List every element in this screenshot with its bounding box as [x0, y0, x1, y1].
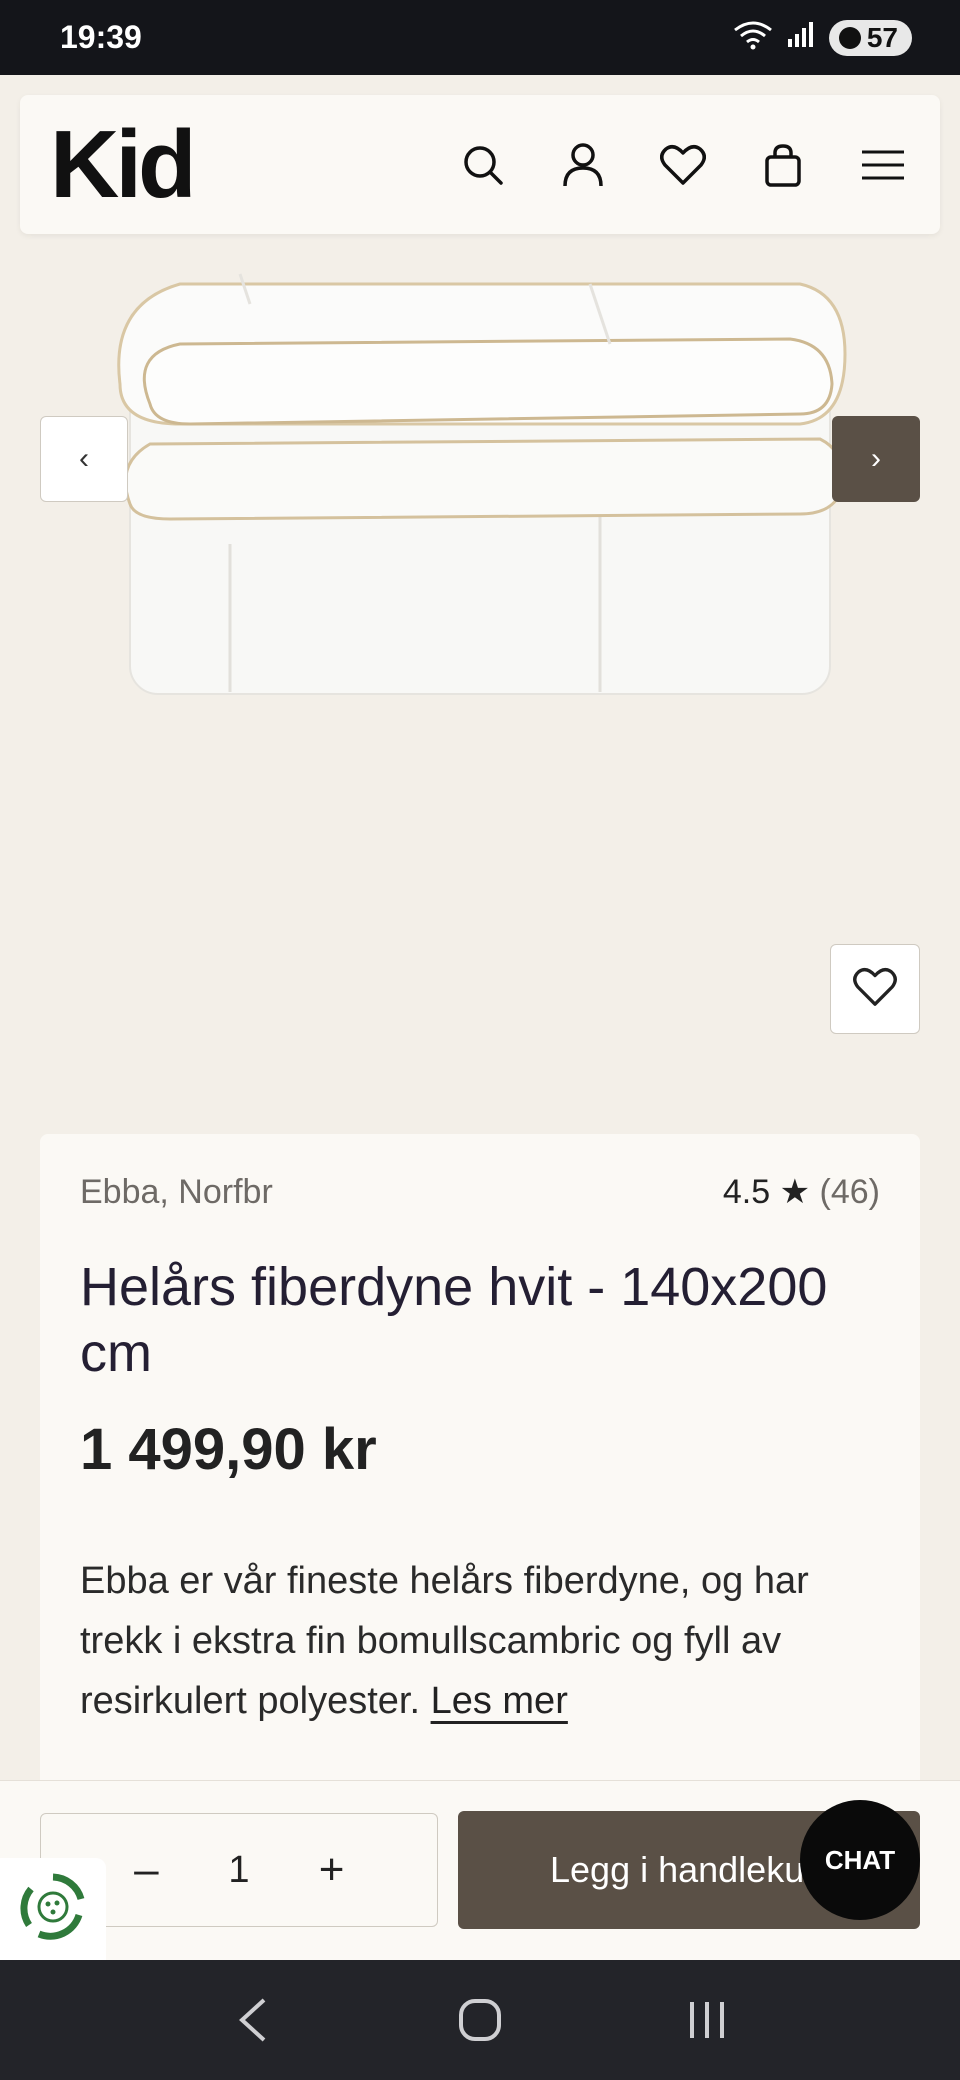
- star-icon: ★: [779, 1173, 811, 1211]
- gallery-next-button[interactable]: ›: [832, 416, 920, 502]
- site-header: Kid: [20, 95, 940, 234]
- menu-icon[interactable]: [854, 136, 912, 194]
- header-nav: [454, 136, 912, 194]
- home-nav-icon[interactable]: [445, 1985, 515, 2055]
- battery-saver-icon: [838, 26, 861, 49]
- rating-value: 4.5: [722, 1173, 771, 1211]
- product-price: 1 499,90 kr: [80, 1417, 377, 1482]
- add-to-cart-label: Legg i handlekurv: [550, 1849, 835, 1890]
- increase-quantity-button[interactable]: +: [312, 1845, 352, 1895]
- gallery-prev-button[interactable]: ‹: [40, 416, 128, 502]
- product-gallery: ‹ ›: [0, 234, 960, 1134]
- battery-level: 57: [866, 21, 898, 53]
- status-icons: 57: [733, 19, 912, 56]
- battery-icon: 57: [828, 19, 912, 56]
- search-icon[interactable]: [454, 136, 512, 194]
- android-nav-bar: [0, 1960, 960, 2080]
- back-nav-icon[interactable]: [218, 1985, 288, 2055]
- product-meta: Ebba, Norfbr 4.5 ★ (46): [80, 1172, 880, 1212]
- signal-icon: [787, 21, 815, 54]
- decrease-quantity-button[interactable]: –: [126, 1845, 166, 1895]
- product-brand[interactable]: Ebba, Norfbr: [80, 1173, 273, 1212]
- read-more-link[interactable]: Les mer: [431, 1680, 568, 1722]
- add-to-wishlist-button[interactable]: [830, 944, 920, 1034]
- recycle-icon: [17, 1871, 89, 1948]
- eco-badge[interactable]: [0, 1858, 106, 1960]
- status-time: 19:39: [60, 19, 142, 55]
- status-bar: 19:39 57: [0, 0, 960, 75]
- product-info-card: Ebba, Norfbr 4.5 ★ (46) Helårs fiberdyne…: [40, 1134, 920, 1834]
- chevron-left-icon: ‹: [79, 442, 89, 475]
- rating-count: (46): [819, 1173, 880, 1211]
- cart-icon[interactable]: [754, 136, 812, 194]
- quantity-value[interactable]: 1: [228, 1849, 249, 1892]
- wifi-6e-icon: [733, 20, 773, 55]
- product-rating[interactable]: 4.5 ★ (46): [723, 1172, 880, 1212]
- chevron-right-icon: ›: [871, 442, 881, 475]
- product-image: [110, 244, 850, 719]
- chat-button[interactable]: CHAT: [800, 1800, 920, 1920]
- heart-icon: [853, 967, 897, 1012]
- recents-nav-icon[interactable]: [672, 1985, 742, 2055]
- product-title: Helårs fiberdyne hvit - 140x200 cm: [80, 1257, 828, 1383]
- chat-label: CHAT: [824, 1844, 896, 1875]
- account-icon[interactable]: [554, 136, 612, 194]
- product-description: Ebba er vår fineste helårs fiberdyne, og…: [80, 1551, 880, 1731]
- wishlist-icon[interactable]: [654, 136, 712, 194]
- logo[interactable]: Kid: [50, 116, 197, 213]
